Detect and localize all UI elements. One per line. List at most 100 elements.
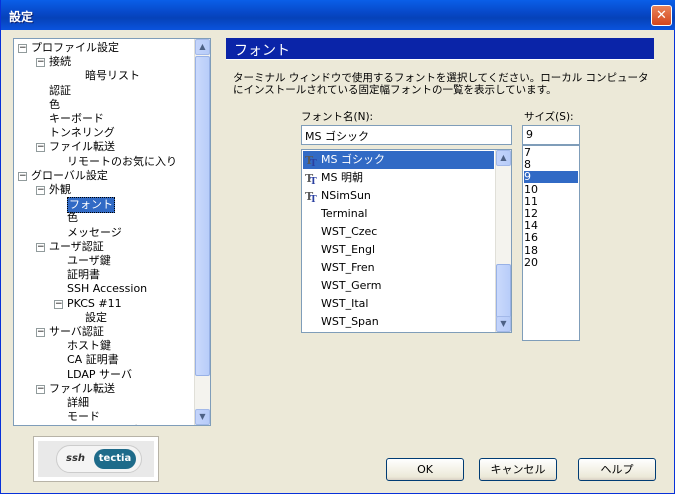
tree-node-label: 色 (49, 97, 60, 111)
scroll-thumb[interactable] (496, 264, 511, 318)
font-name-text: WST_Span (321, 315, 379, 328)
tree-node-label: 外観 (49, 183, 71, 196)
logo-ssh-text: ssh (66, 453, 86, 464)
settings-tree[interactable]: − プロファイル設定 − 接続 暗号リスト 認証色キーボード トンネリング − ファイル転送 リモ… (13, 38, 211, 426)
font-name-text: MS 明朝 (321, 171, 363, 184)
font-name-input[interactable]: MS ゴシック (301, 125, 512, 145)
size-input[interactable]: 9 (522, 125, 580, 145)
collapse-icon[interactable]: − (36, 384, 45, 394)
svg-text:T: T (310, 177, 317, 185)
font-list-item[interactable]: T T NSimSun (303, 187, 494, 205)
tree-node-label: ローカルのお気に入り (67, 424, 177, 425)
collapse-icon[interactable]: − (36, 186, 45, 195)
tree-node-label: グローバル設定 (31, 168, 108, 182)
svg-text:T: T (310, 195, 317, 203)
tree-node-label: プロファイル設定 (31, 41, 119, 54)
size-list-item[interactable]: 16 (524, 232, 578, 244)
font-name-label: フォント名(N): (301, 111, 374, 123)
scroll-up-icon[interactable]: ▲ (496, 150, 511, 166)
tree-node-label: 暗号リスト (85, 69, 140, 83)
logo-product-text: tectia (94, 449, 136, 469)
font-name-text: Terminal (321, 207, 368, 220)
tree-node-label: ユーザ鍵 (67, 254, 111, 267)
tree-node-label: キーボード (49, 112, 104, 125)
window-title: 設定 (9, 10, 34, 24)
tree-node-label: メッセージ (67, 225, 122, 239)
collapse-icon[interactable]: − (18, 171, 27, 181)
ssh-tectia-logo: ssh tectia (33, 436, 159, 482)
size-list-item[interactable]: 18 (524, 244, 578, 257)
tree-scrollbar[interactable]: ▲ ▼ (194, 39, 210, 425)
size-list-item[interactable]: 11 (524, 195, 578, 208)
font-list-item[interactable]: WST_Germ (303, 277, 494, 295)
tree-node-label: サーバ認証 (49, 325, 104, 338)
font-name-text: WST_Engl (321, 243, 376, 256)
panel-header: フォント (226, 38, 654, 60)
svg-text:T: T (310, 159, 317, 167)
tree-node-label: リモートのお気に入り (67, 154, 177, 168)
collapse-icon[interactable]: − (36, 58, 45, 68)
font-list-item[interactable]: WST_Ital (303, 295, 494, 313)
font-name-text: WST_Czec (321, 225, 378, 238)
truetype-icon: TT (305, 171, 319, 187)
tree-node-label: ユーザ認証 (49, 239, 104, 253)
tree-node-label: ファイル転送 (49, 140, 115, 154)
tree-items: − プロファイル設定 − 接続 暗号リスト 認証色キーボード トンネリング − ファイル転送 リモ… (14, 39, 194, 425)
truetype-icon: TT (305, 153, 319, 169)
size-label: サイズ(S): (524, 111, 574, 123)
font-list-scrollbar[interactable]: ▲ ▼ (495, 150, 511, 332)
font-list-item[interactable]: T T MS ゴシック (303, 151, 494, 169)
font-name-text: MS ゴシック (321, 153, 385, 166)
tree-node-label: モード (67, 410, 100, 424)
tree-node-label: LDAP サーバ (67, 367, 132, 381)
ok-button[interactable]: OK (386, 458, 464, 481)
tree-node-label: 接続 (49, 55, 71, 69)
scroll-down-icon[interactable]: ▼ (496, 316, 511, 332)
collapse-icon[interactable]: − (54, 299, 63, 309)
font-name-text: WST_Germ (321, 279, 382, 292)
scroll-thumb[interactable] (195, 56, 210, 376)
collapse-icon[interactable]: − (36, 242, 45, 252)
close-icon: ✕ (656, 8, 667, 23)
font-list[interactable]: T T MS ゴシック T T MS 明朝 T T NSimSun Terminal WST_Cze… (301, 149, 512, 333)
font-list-item[interactable]: WST_Engl (303, 241, 494, 259)
font-list-item[interactable]: Terminal (303, 205, 494, 223)
truetype-icon: TT (305, 189, 319, 205)
panel-description: ターミナル ウィンドウで使用するフォントを選択してください。ローカル コンピュー… (233, 72, 649, 96)
size-list-item[interactable]: 20 (524, 256, 578, 269)
tree-node-label: CA 証明書 (67, 353, 119, 367)
panel-title: フォント (234, 43, 290, 59)
tree-node-label: トンネリング (49, 126, 115, 140)
font-list-item[interactable]: WST_Fren (303, 259, 494, 277)
tree-node-label: ファイル転送 (49, 381, 115, 395)
tree-node-label: ホスト鍵 (67, 339, 111, 353)
tree-node-label: 証明書 (67, 268, 100, 282)
size-list-item[interactable]: 9 (524, 171, 578, 184)
font-list-item[interactable]: T T MS 明朝 (303, 169, 494, 187)
font-name-text: NSimSun (321, 189, 371, 202)
close-button[interactable]: ✕ (651, 5, 672, 26)
tree-node-label: 認証 (49, 83, 71, 97)
help-button[interactable]: ヘルプ (578, 458, 656, 481)
tree-node-label: 色 (67, 211, 78, 225)
font-list-item[interactable]: WST_Czec (303, 223, 494, 241)
scroll-down-icon[interactable]: ▼ (195, 409, 210, 425)
collapse-icon[interactable]: − (18, 44, 27, 53)
size-list-item[interactable]: 14 (524, 220, 578, 232)
scroll-up-icon[interactable]: ▲ (195, 39, 210, 55)
tree-node-label: 設定 (85, 310, 107, 324)
collapse-icon[interactable]: − (36, 328, 45, 337)
settings-dialog: 設定 ✕ − プロファイル設定 − 接続 暗号リスト 認証色キーボード トンネリング − ファイ… (0, 0, 675, 494)
collapse-icon[interactable]: − (36, 143, 45, 153)
size-list[interactable]: 7 8 9 10 11 12 14 16 18 20 (522, 145, 580, 341)
size-list-item[interactable]: 12 (524, 208, 578, 220)
font-name-text: WST_Ital (321, 297, 369, 310)
title-bar[interactable]: 設定 ✕ (1, 0, 675, 30)
font-list-item[interactable]: WST_Span (303, 313, 494, 331)
size-list-item[interactable]: 8 (524, 159, 578, 171)
size-list-item[interactable]: 10 (524, 183, 578, 196)
cancel-button[interactable]: キャンセル (479, 458, 557, 481)
tree-node-label: 詳細 (67, 396, 89, 409)
size-list-item[interactable]: 7 (524, 147, 578, 159)
tree-node-label: PKCS #11 (67, 296, 122, 310)
